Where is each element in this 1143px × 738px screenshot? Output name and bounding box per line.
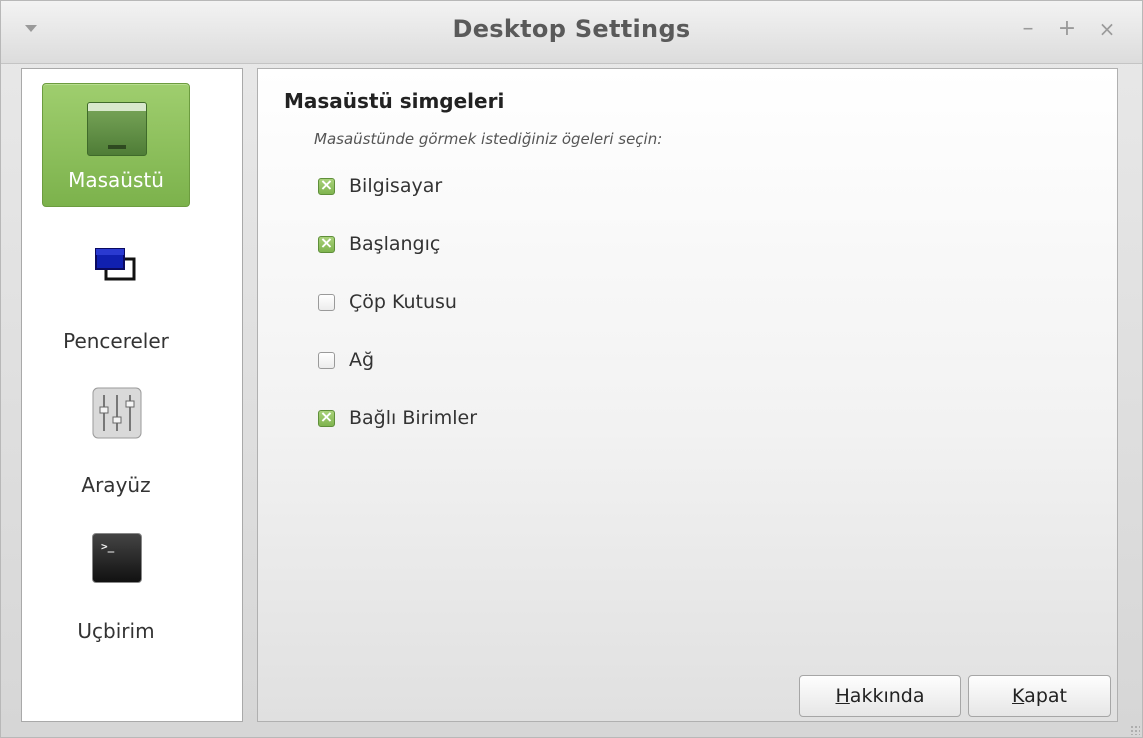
minimize-icon[interactable]: – [1014, 15, 1042, 43]
option-bilgisayar[interactable]: Bilgisayar [318, 172, 442, 200]
sidebar-item-label: Masaüstü [68, 168, 164, 192]
checkbox[interactable] [318, 233, 335, 253]
checkbox[interactable] [318, 175, 335, 195]
about-label: akkında [849, 685, 925, 707]
sidebar-item-arayuz[interactable]: Arayüz [42, 381, 190, 505]
section-description: Masaüstünde görmek istediğiniz ögeleri s… [314, 130, 663, 148]
close-mnemonic: K [1012, 685, 1025, 707]
resize-grip[interactable] [1130, 725, 1140, 735]
option-label: Başlangıç [349, 233, 441, 255]
option-label: Bağlı Birimler [349, 407, 478, 429]
close-icon[interactable]: × [1093, 15, 1121, 43]
about-button[interactable]: Hakkında [799, 675, 961, 717]
sidebar-item-label: Pencereler [63, 329, 169, 353]
checkbox[interactable] [318, 293, 335, 311]
maximize-icon[interactable]: + [1053, 15, 1081, 43]
option-cop-kutusu[interactable]: Çöp Kutusu [318, 288, 457, 316]
sidebar-item-label: Uçbirim [77, 619, 155, 643]
section-title: Masaüstü simgeleri [284, 89, 505, 113]
close-label: apat [1024, 685, 1067, 707]
option-label: Ağ [349, 349, 375, 371]
checkbox[interactable] [318, 351, 335, 369]
sidebar-item-pencereler[interactable]: Pencereler [42, 237, 190, 361]
sidebar: Masaüstü Pencereler Arayüz >_ Uçbirim [21, 68, 243, 722]
window-title: Desktop Settings [452, 15, 691, 43]
sidebar-item-masaustu[interactable]: Masaüstü [42, 83, 190, 207]
option-label: Çöp Kutusu [349, 291, 457, 313]
sidebar-item-ucbirim[interactable]: >_ Uçbirim [42, 527, 190, 651]
close-button[interactable]: Kapat [968, 675, 1111, 717]
checkbox[interactable] [318, 407, 335, 427]
option-ag[interactable]: Ağ [318, 346, 374, 374]
settings-panel: Masaüstü simgeleri Masaüstünde görmek is… [257, 68, 1118, 722]
option-label: Bilgisayar [349, 175, 443, 197]
option-bagli-birimler[interactable]: Bağlı Birimler [318, 404, 477, 432]
title-bar[interactable]: Desktop Settings – + × [1, 1, 1142, 64]
option-baslangic[interactable]: Başlangıç [318, 230, 440, 258]
desktop-settings-window: Desktop Settings – + × Masaüstü Pencerel… [0, 0, 1143, 738]
about-mnemonic: H [835, 685, 850, 707]
desktop-icon [87, 102, 147, 156]
terminal-icon: >_ [92, 533, 142, 583]
windows-icon [95, 248, 136, 281]
sliders-icon [92, 387, 142, 439]
sidebar-item-label: Arayüz [81, 473, 151, 497]
